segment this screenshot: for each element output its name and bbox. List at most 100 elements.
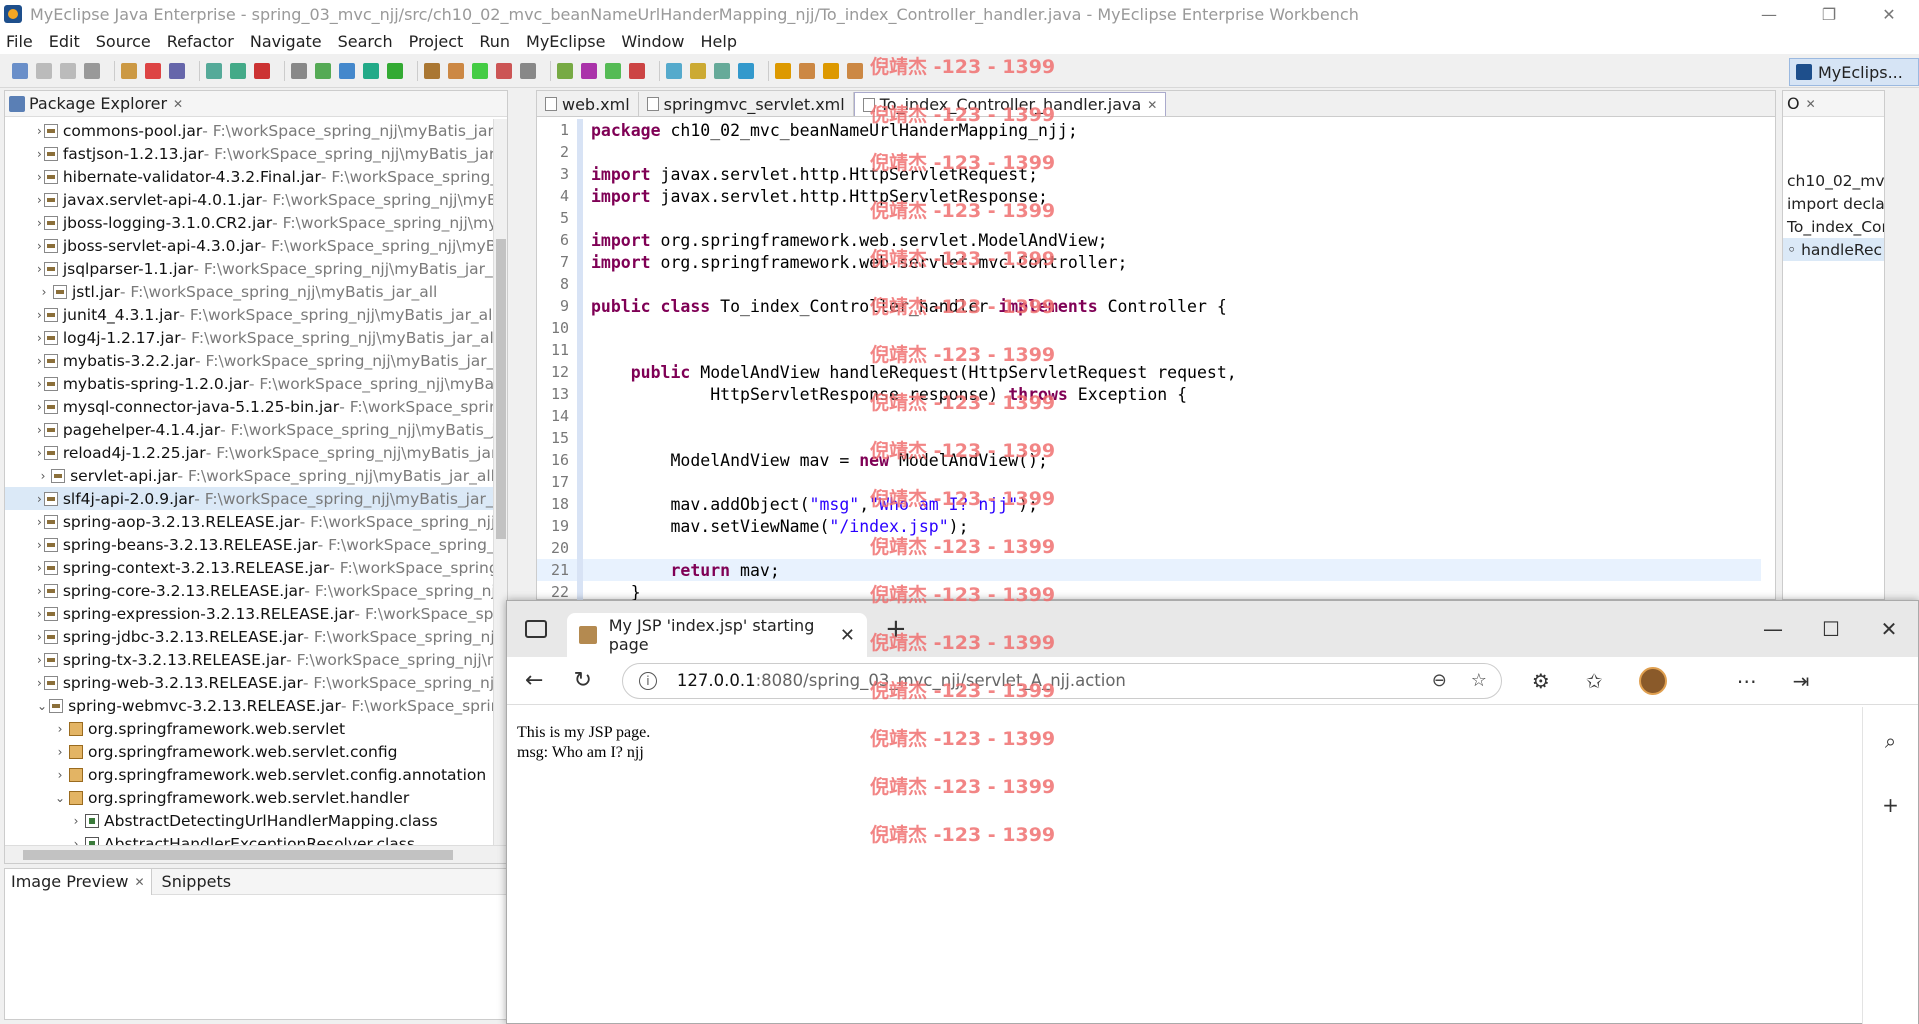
refresh-icon[interactable]: ↻ (573, 668, 591, 693)
chevron-right-icon[interactable]: › (37, 653, 42, 667)
outline-item[interactable]: ◦ handleRec (1783, 238, 1884, 261)
search-icon[interactable]: ⌕ (1863, 729, 1918, 753)
close-view-icon[interactable]: ✕ (173, 97, 183, 111)
close-tab-icon[interactable]: ✕ (840, 625, 855, 646)
tab-image-preview[interactable]: Image Preview ✕ (5, 868, 152, 895)
chevron-right-icon[interactable]: › (37, 538, 42, 552)
menu-myeclipse[interactable]: MyEclipse (526, 32, 605, 51)
chevron-right-icon[interactable]: › (37, 262, 42, 276)
chevron-right-icon[interactable]: › (37, 492, 42, 506)
chevron-right-icon[interactable]: › (37, 676, 42, 690)
toolbar-button-icon[interactable] (254, 62, 270, 79)
chevron-right-icon[interactable]: › (37, 400, 42, 414)
chevron-right-icon[interactable]: › (53, 768, 67, 782)
url-input[interactable]: i 127.0.0.1:8080/spring_03_mvc_njj/servl… (621, 662, 1502, 699)
tree-item[interactable]: › spring-expression-3.2.13.RELEASE.jar - … (5, 602, 495, 625)
chevron-right-icon[interactable]: › (37, 308, 42, 322)
favorite-star-icon[interactable]: ☆ (1471, 670, 1487, 691)
tree-item[interactable]: › org.springframework.web.servlet.config (5, 740, 495, 763)
menu-source[interactable]: Source (96, 32, 151, 51)
toolbar-button-icon[interactable] (496, 62, 512, 79)
zoom-icon[interactable]: ⊖ (1432, 670, 1447, 691)
sidebar-toggle-icon[interactable]: ⇥ (1793, 669, 1810, 693)
toolbar-button-icon[interactable] (169, 62, 185, 79)
chevron-right-icon[interactable]: › (69, 814, 83, 828)
tab-actions-icon[interactable] (525, 620, 547, 638)
chevron-right-icon[interactable]: › (37, 515, 42, 529)
toolbar-button-icon[interactable] (339, 62, 355, 79)
toolbar-button-icon[interactable] (799, 62, 815, 79)
tree-item[interactable]: › spring-core-3.2.13.RELEASE.jar - F:\wor… (5, 579, 495, 602)
horizontal-scrollbar[interactable] (5, 845, 507, 863)
browser-maximize-button[interactable]: ☐ (1802, 617, 1860, 641)
minimize-button[interactable]: — (1739, 0, 1799, 28)
menu-project[interactable]: Project (409, 32, 464, 51)
tree-item[interactable]: › pagehelper-4.1.4.jar - F:\workSpace_spr… (5, 418, 495, 441)
site-info-icon[interactable]: i (638, 671, 657, 690)
browser-minimize-button[interactable]: — (1744, 617, 1802, 641)
toolbar-button-icon[interactable] (206, 62, 222, 79)
tree-item[interactable]: › AbstractHandlerExceptionResolver.class (5, 832, 495, 845)
tree-item[interactable]: › junit4_4.3.1.jar - F:\workSpace_spring_… (5, 303, 495, 326)
chevron-right-icon[interactable]: › (53, 722, 67, 736)
toolbar-button-icon[interactable] (387, 62, 403, 79)
new-tab-button[interactable]: + (885, 614, 907, 644)
editor-tab[interactable]: web.xml (537, 92, 639, 116)
code-area[interactable]: 1 package ch10_02_mvc_beanNameUrlHanderMa… (537, 119, 1761, 601)
more-icon[interactable]: ⋯ (1737, 669, 1757, 693)
vertical-scrollbar[interactable] (493, 119, 507, 845)
chevron-right-icon[interactable]: › (37, 630, 42, 644)
tree-item[interactable]: › spring-jdbc-3.2.13.RELEASE.jar - F:\wor… (5, 625, 495, 648)
chevron-right-icon[interactable]: › (37, 285, 51, 299)
chevron-right-icon[interactable]: › (37, 331, 42, 345)
tree-item[interactable]: › org.springframework.web.servlet (5, 717, 495, 740)
chevron-down-icon[interactable]: ⌄ (53, 791, 67, 805)
toolbar-button-icon[interactable] (472, 62, 488, 79)
toolbar-button-icon[interactable] (121, 62, 137, 79)
tree-item[interactable]: › AbstractDetectingUrlHandlerMapping.clas… (5, 809, 495, 832)
tree-item[interactable]: › servlet-api.jar - F:\workSpace_spring_n… (5, 464, 495, 487)
tree-item[interactable]: › jsqlparser-1.1.jar - F:\workSpace_sprin… (5, 257, 495, 280)
toolbar-button-icon[interactable] (775, 62, 791, 79)
tree-item[interactable]: › spring-context-3.2.13.RELEASE.jar - F:\… (5, 556, 495, 579)
chevron-right-icon[interactable]: › (37, 561, 42, 575)
tree-item[interactable]: › jstl.jar - F:\workSpace_spring_njj\myBa… (5, 280, 495, 303)
toolbar-button-icon[interactable] (605, 62, 621, 79)
chevron-right-icon[interactable]: › (37, 193, 42, 207)
toolbar-button-icon[interactable] (12, 62, 28, 79)
menu-navigate[interactable]: Navigate (250, 32, 322, 51)
tree-item[interactable]: › reload4j-1.2.25.jar - F:\workSpace_spri… (5, 441, 495, 464)
tree-item[interactable]: › javax.servlet-api-4.0.1.jar - F:\workSp… (5, 188, 495, 211)
tree-item[interactable]: › org.springframework.web.servlet.config.… (5, 763, 495, 786)
toolbar-button-icon[interactable] (291, 62, 307, 79)
chevron-right-icon[interactable]: › (37, 423, 42, 437)
tree-item[interactable]: › slf4j-api-2.0.9.jar - F:\workSpace_spri… (5, 487, 495, 510)
toolbar-button-icon[interactable] (738, 62, 754, 79)
tab-snippets[interactable]: Snippets (152, 872, 242, 891)
toolbar-button-icon[interactable] (823, 62, 839, 79)
tree-item[interactable]: › spring-beans-3.2.13.RELEASE.jar - F:\wo… (5, 533, 495, 556)
menu-window[interactable]: Window (621, 32, 684, 51)
tree-item[interactable]: › spring-aop-3.2.13.RELEASE.jar - F:\work… (5, 510, 495, 533)
toolbar-button-icon[interactable] (363, 62, 379, 79)
tree-item[interactable]: › mybatis-3.2.2.jar - F:\workSpace_spring… (5, 349, 495, 372)
menu-refactor[interactable]: Refactor (167, 32, 234, 51)
chevron-right-icon[interactable]: › (37, 469, 49, 483)
toolbar-button-icon[interactable] (315, 62, 331, 79)
package-explorer-title[interactable]: Package Explorer (29, 94, 167, 113)
toolbar-button-icon[interactable] (36, 62, 52, 79)
toolbar-button-icon[interactable] (230, 62, 246, 79)
outline-item[interactable]: To_index_Cor (1783, 215, 1884, 238)
menu-edit[interactable]: Edit (49, 32, 80, 51)
chevron-right-icon[interactable]: › (37, 446, 42, 460)
tree-item[interactable]: › commons-pool.jar - F:\workSpace_spring_… (5, 119, 495, 142)
menu-run[interactable]: Run (479, 32, 510, 51)
perspective-switcher[interactable]: MyEclips... (1789, 58, 1919, 86)
tree-item[interactable]: ⌄ org.springframework.web.servlet.handler (5, 786, 495, 809)
close-tab-icon[interactable]: ✕ (1147, 98, 1157, 112)
outline-item[interactable]: import declar (1783, 192, 1884, 215)
toolbar-button-icon[interactable] (629, 62, 645, 79)
close-view-icon[interactable]: ✕ (134, 875, 144, 889)
tree-item[interactable]: › spring-tx-3.2.13.RELEASE.jar - F:\workS… (5, 648, 495, 671)
avatar[interactable] (1638, 666, 1667, 695)
